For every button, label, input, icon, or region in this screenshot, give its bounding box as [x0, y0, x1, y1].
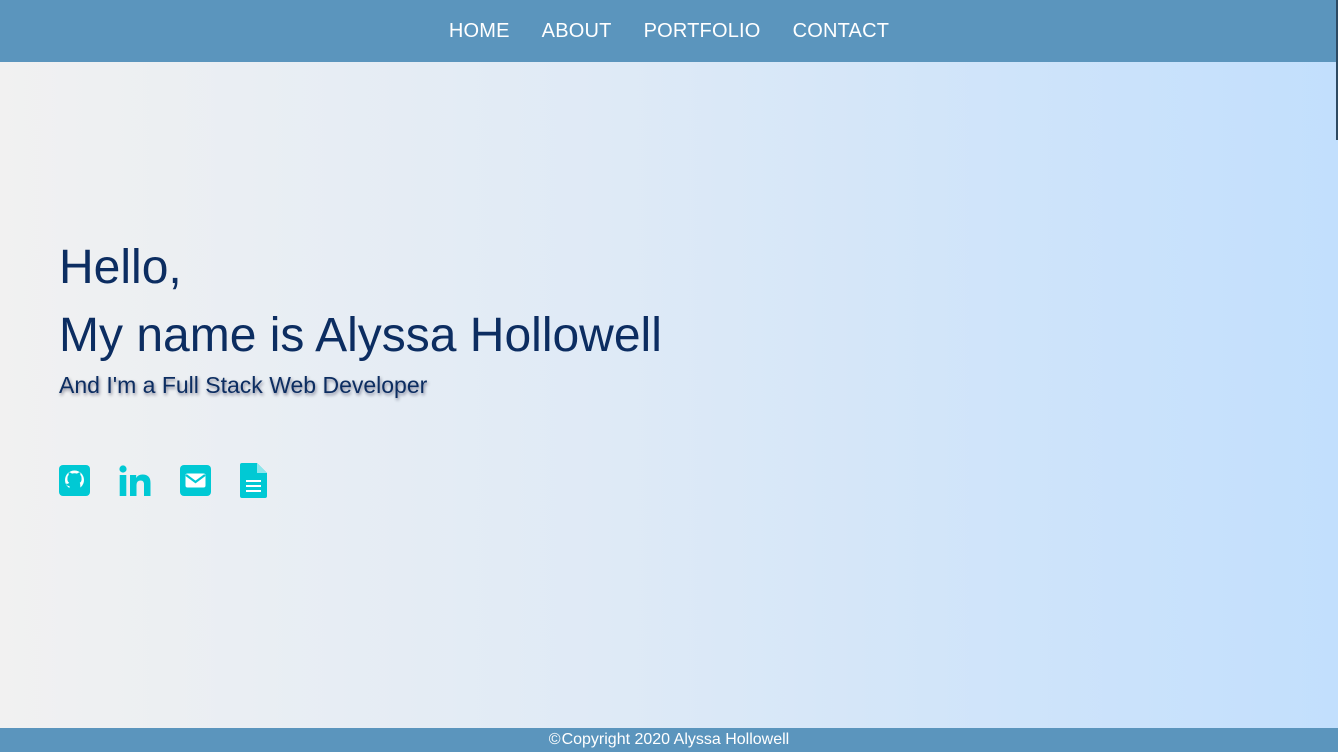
- nav-link-about[interactable]: ABOUT: [542, 20, 612, 43]
- linkedin-link[interactable]: [119, 464, 151, 496]
- hero-section: Hello, My name is Alyssa Hollowell And I…: [0, 62, 1338, 728]
- resume-link[interactable]: [240, 462, 267, 498]
- hero-heading: Hello, My name is Alyssa Hollowell: [59, 234, 662, 370]
- linkedin-icon: [119, 464, 151, 496]
- envelope-icon: [180, 464, 211, 496]
- github-icon: [59, 464, 90, 496]
- copyright-symbol: ©: [548, 731, 561, 748]
- email-link[interactable]: [180, 464, 211, 496]
- nav-link-portfolio[interactable]: PORTFOLIO: [644, 20, 761, 43]
- hero-name-line: My name is Alyssa Hollowell: [59, 309, 662, 362]
- file-text-icon: [240, 462, 267, 498]
- github-link[interactable]: [59, 464, 90, 496]
- hero-greeting: Hello,: [59, 241, 182, 294]
- nav-link-contact[interactable]: CONTACT: [793, 20, 890, 43]
- nav-link-home[interactable]: HOME: [449, 20, 510, 43]
- hero-subtitle: And I'm a Full Stack Web Developer: [59, 372, 428, 398]
- footer-copyright: Copyright 2020 Alyssa Hollowell: [561, 731, 790, 748]
- top-navbar: HOME ABOUT PORTFOLIO CONTACT: [0, 0, 1338, 62]
- page-footer: © Copyright 2020 Alyssa Hollowell: [0, 728, 1338, 752]
- social-links: [59, 460, 296, 500]
